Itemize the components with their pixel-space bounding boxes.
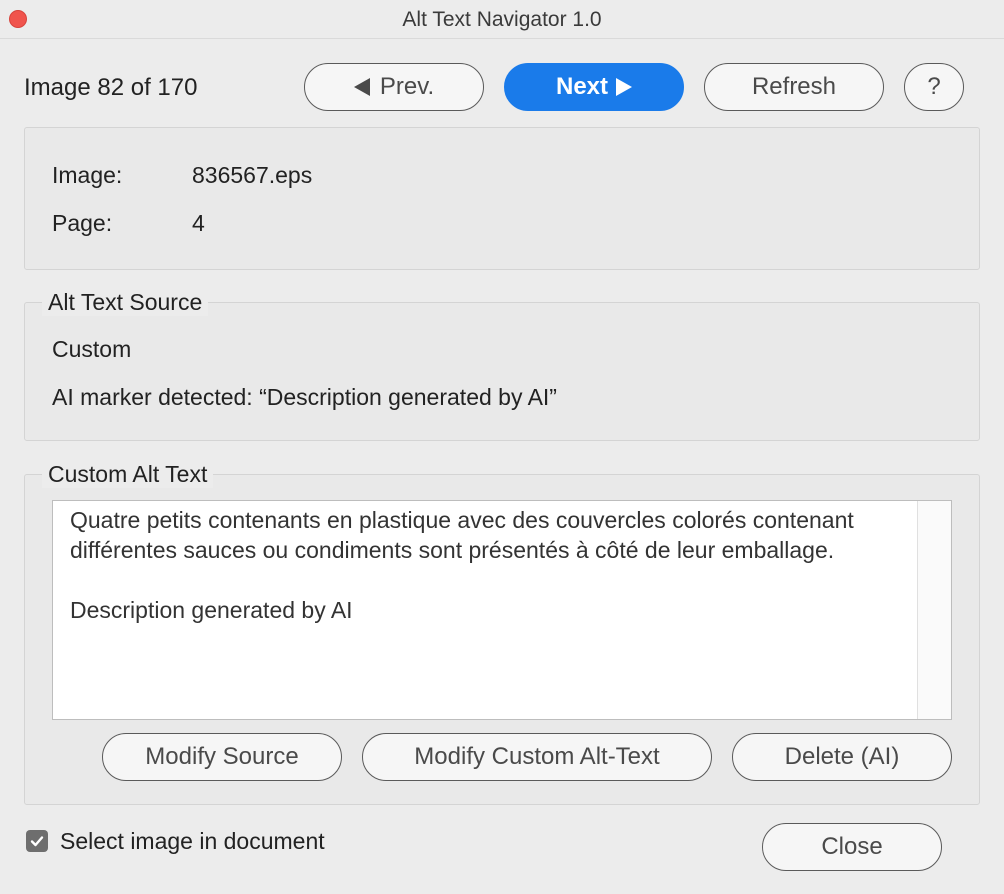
custom-alt-text-legend: Custom Alt Text xyxy=(42,461,214,488)
delete-ai-button[interactable]: Delete (AI) xyxy=(732,733,952,781)
image-label: Image: xyxy=(52,162,123,188)
select-image-checkbox[interactable] xyxy=(26,830,48,852)
page-number: 4 xyxy=(192,210,205,236)
alt-text-navigator-window: Alt Text Navigator 1.0 Image 82 of 170 P… xyxy=(0,0,1004,894)
modify-custom-alt-text-label: Modify Custom Alt-Text xyxy=(414,743,660,770)
alt-text-source-legend: Alt Text Source xyxy=(42,289,209,316)
help-button[interactable]: ? xyxy=(904,63,964,111)
modify-custom-alt-text-button[interactable]: Modify Custom Alt-Text xyxy=(362,733,712,781)
alt-text-source-group xyxy=(24,302,980,441)
close-button[interactable]: Close xyxy=(762,823,942,871)
modify-source-label: Modify Source xyxy=(145,743,299,770)
custom-alt-text-area[interactable]: Quatre petits contenants en plastique av… xyxy=(52,500,952,720)
close-button-label: Close xyxy=(821,833,883,860)
vertical-scrollbar[interactable] xyxy=(917,501,951,719)
triangle-left-icon xyxy=(353,78,370,96)
image-filename: 836567.eps xyxy=(192,162,313,188)
title-bar: Alt Text Navigator 1.0 xyxy=(0,0,1004,39)
refresh-button[interactable]: Refresh xyxy=(704,63,884,111)
select-image-label[interactable]: Select image in document xyxy=(60,828,325,855)
alt-text-source-value: Custom xyxy=(52,336,132,362)
window-title: Alt Text Navigator 1.0 xyxy=(402,8,602,31)
page-label: Page: xyxy=(52,210,113,236)
image-info-panel xyxy=(24,127,980,270)
image-counter: Image 82 of 170 xyxy=(24,74,198,101)
prev-button[interactable]: Prev. xyxy=(304,63,484,111)
custom-alt-text-content[interactable]: Quatre petits contenants en plastique av… xyxy=(70,505,910,625)
delete-ai-label: Delete (AI) xyxy=(784,743,900,770)
ai-marker-text: AI marker detected: “Description generat… xyxy=(52,384,557,410)
modify-source-button[interactable]: Modify Source xyxy=(102,733,342,781)
next-button-label: Next xyxy=(555,73,609,100)
triangle-right-icon xyxy=(616,78,633,96)
refresh-button-label: Refresh xyxy=(751,73,837,100)
checkmark-icon xyxy=(30,836,44,847)
next-button[interactable]: Next xyxy=(504,63,684,111)
help-button-label: ? xyxy=(927,73,941,100)
prev-button-label: Prev. xyxy=(379,73,435,100)
